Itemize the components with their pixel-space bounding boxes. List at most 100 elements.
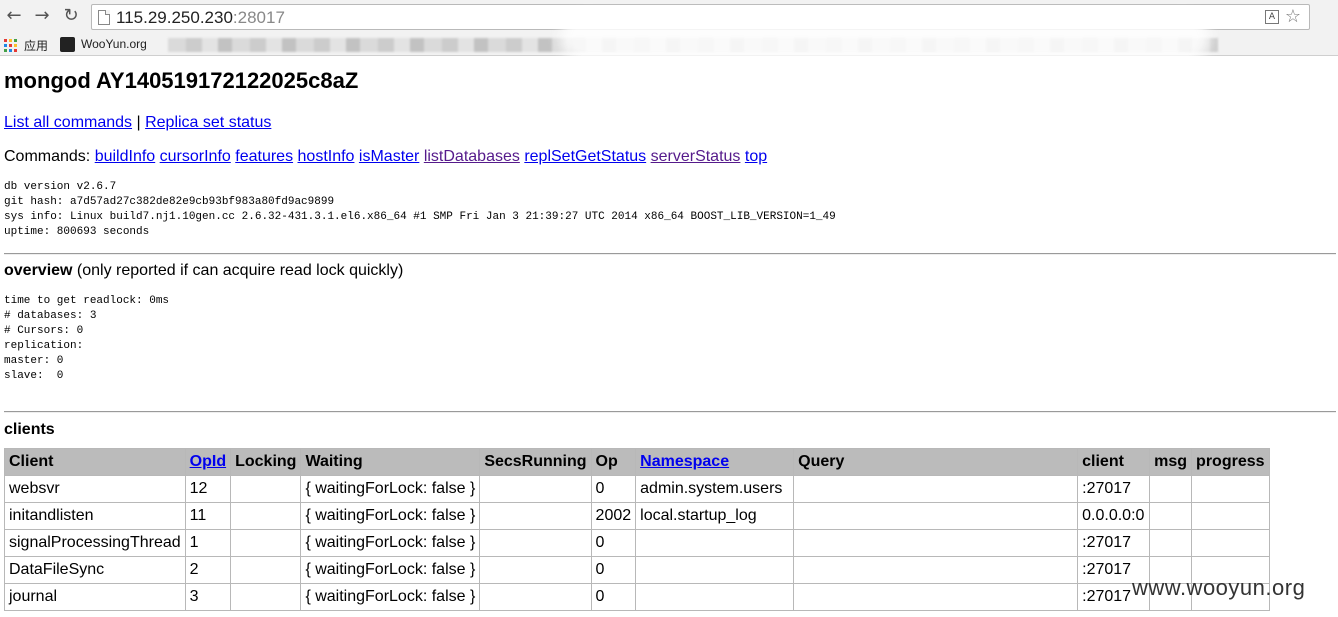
cell-secsrunning [479,475,592,503]
cell-opid: 3 [184,583,232,611]
cell-namespace [635,583,795,611]
cell-op: 0 [590,556,637,584]
cell-query [793,502,1079,530]
page-icon [98,10,110,25]
cell-client-address: 0.0.0.0:0 [1077,502,1151,530]
cell-progress [1191,529,1270,557]
table-row: signalProcessingThread 1 { waitingForLoc… [4,529,1270,557]
sort-namespace-link[interactable]: Namespace [640,453,729,470]
cell-opid: 2 [184,556,232,584]
column-header-locking: Locking [230,448,302,476]
column-header-progress: progress [1191,448,1270,476]
page-title: mongod AY140519172122025c8aZ [4,68,359,93]
command-link-hostinfo[interactable]: hostInfo [298,148,355,165]
column-header-waiting: Waiting [300,448,481,476]
command-link-listdatabases[interactable]: listDatabases [424,148,520,165]
column-header-namespace: Namespace [635,448,795,476]
table-row: initandlisten 11 { waitingForLock: false… [4,502,1270,530]
cell-secsrunning [479,529,592,557]
cell-namespace: local.startup_log [635,502,795,530]
command-link-cursorinfo[interactable]: cursorInfo [160,148,231,165]
command-link-top[interactable]: top [745,148,767,165]
cell-query [793,475,1079,503]
watermark: www.wooyun.org [1132,575,1306,600]
cell-opid: 11 [184,502,232,530]
reload-icon[interactable]: ↻ [61,6,81,26]
cell-query [793,556,1079,584]
column-header-secsrunning: SecsRunning [479,448,592,476]
cell-client: initandlisten [4,502,186,530]
cell-msg [1149,475,1193,503]
column-header-client-address: client [1077,448,1151,476]
wooyun-favicon-icon [60,37,75,52]
cell-namespace [635,529,795,557]
table-row: websvr 12 { waitingForLock: false } 0 ad… [4,475,1270,503]
bookmark-star-icon[interactable]: ☆ [1285,6,1301,27]
cell-op: 0 [590,583,637,611]
bookmark-apps[interactable]: 应用 [24,37,48,54]
cell-query [793,529,1079,557]
cell-msg [1149,529,1193,557]
command-link-ismaster[interactable]: isMaster [359,148,419,165]
address-url: 115.29.250.230:28017 [116,8,285,27]
cell-progress [1191,502,1270,530]
divider [4,411,1336,413]
commands-label: Commands: [4,148,91,165]
table-row: journal 3 { waitingForLock: false } 0 :2… [4,583,1270,611]
cell-query [793,583,1079,611]
divider [4,253,1336,255]
back-icon[interactable]: ← [4,6,24,26]
top-links: List all commands | Replica set status [4,114,271,132]
cell-client: signalProcessingThread [4,529,186,557]
cell-locking [230,556,302,584]
apps-grid-icon[interactable] [4,39,17,52]
cell-secsrunning [479,502,592,530]
column-header-msg: msg [1149,448,1193,476]
cell-locking [230,475,302,503]
translate-icon[interactable]: A [1265,10,1279,24]
column-header-client: Client [4,448,186,476]
cell-progress [1191,475,1270,503]
cell-locking [230,502,302,530]
sort-opid-link[interactable]: OpId [190,453,226,470]
bookmark-wooyun[interactable]: WooYun.org [81,37,147,51]
table-header-row: Client OpId Locking Waiting SecsRunning … [4,448,1270,476]
cell-client: DataFileSync [4,556,186,584]
clients-table: Client OpId Locking Waiting SecsRunning … [4,448,1270,611]
link-separator: | [132,114,146,131]
forward-icon[interactable]: → [32,6,52,26]
cell-locking [230,529,302,557]
cell-waiting: { waitingForLock: false } [300,556,481,584]
replica-set-status-link[interactable]: Replica set status [145,114,271,131]
command-link-features[interactable]: features [235,148,293,165]
cell-msg [1149,502,1193,530]
cell-secsrunning [479,556,592,584]
cell-client: journal [4,583,186,611]
clients-heading: clients [4,421,55,438]
overview-heading: overview (only reported if can acquire r… [4,262,404,279]
cell-client-address: :27017 [1077,475,1151,503]
cell-client-address: :27017 [1077,529,1151,557]
cell-op: 0 [590,529,637,557]
cell-opid: 12 [184,475,232,503]
cell-waiting: { waitingForLock: false } [300,583,481,611]
command-link-buildinfo[interactable]: buildInfo [95,148,156,165]
commands-bar: Commands: buildInfo cursorInfo features … [4,148,767,166]
column-header-op: Op [590,448,637,476]
cell-secsrunning [479,583,592,611]
command-link-serverstatus[interactable]: serverStatus [651,148,741,165]
column-header-query: Query [793,448,1079,476]
cell-namespace: admin.system.users [635,475,795,503]
list-all-commands-link[interactable]: List all commands [4,114,132,131]
cell-waiting: { waitingForLock: false } [300,475,481,503]
cell-namespace [635,556,795,584]
overview-details: time to get readlock: 0ms # databases: 3… [4,295,170,382]
cell-locking [230,583,302,611]
column-header-opid: OpId [184,448,232,476]
redaction-blur [560,14,1210,62]
command-link-replsetgetstatus[interactable]: replSetGetStatus [524,148,646,165]
version-info: db version v2.6.7 git hash: a7d57ad27c38… [4,181,836,238]
cell-waiting: { waitingForLock: false } [300,529,481,557]
cell-opid: 1 [184,529,232,557]
cell-client: websvr [4,475,186,503]
